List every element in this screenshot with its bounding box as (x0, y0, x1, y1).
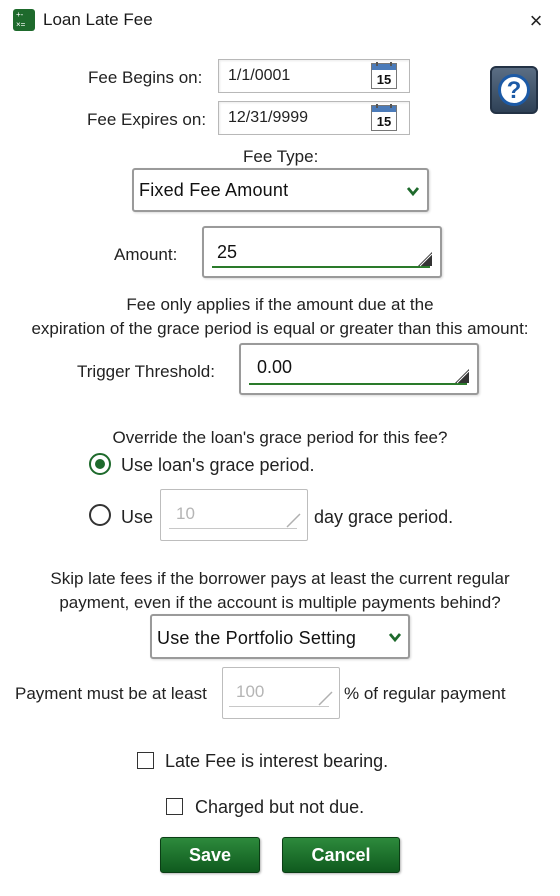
payment-min-suffix: % of regular payment (344, 684, 506, 703)
trigger-threshold-label: Trigger Threshold: (77, 362, 215, 381)
use-loan-grace-radio[interactable] (89, 453, 111, 475)
skip-note-line1: Skip late fees if the borrower pays at l… (50, 569, 510, 588)
payment-percent-input[interactable]: 100 (222, 667, 340, 719)
payment-min-label: Payment must be at least (15, 684, 207, 703)
amount-value: 25 (217, 242, 238, 262)
chevron-down-icon (406, 187, 420, 197)
fee-expires-field[interactable]: 12/31/9999 15 (218, 101, 410, 135)
skip-note-line2: payment, even if the account is multiple… (59, 593, 501, 612)
use-custom-grace-label: Use (121, 507, 154, 527)
fee-type-label: Fee Type: (243, 147, 319, 166)
calendar-icon[interactable]: 15 (371, 62, 397, 89)
calculator-app-icon: +- ×= (13, 9, 35, 31)
close-icon[interactable]: × (522, 7, 550, 35)
question-mark-icon: ? (498, 74, 530, 106)
interest-bearing-checkbox[interactable] (137, 752, 154, 769)
grace-question: Override the loan's grace period for thi… (112, 428, 448, 447)
title-bar: +- ×= Loan Late Fee × (0, 0, 560, 42)
resize-corner-icon (455, 369, 470, 384)
grace-days-value: 10 (176, 504, 195, 523)
resize-corner-icon (418, 252, 433, 267)
fee-begins-value: 1/1/0001 (228, 67, 291, 84)
threshold-note-line2: expiration of the grace period is equal … (31, 319, 529, 338)
window-title: Loan Late Fee (43, 10, 153, 29)
fee-begins-label: Fee Begins on: (88, 68, 203, 87)
resize-corner-icon (318, 691, 333, 706)
calendar-icon[interactable]: 15 (371, 104, 397, 131)
threshold-note-line1: Fee only applies if the amount due at th… (126, 295, 434, 314)
interest-bearing-label: Late Fee is interest bearing. (165, 751, 389, 771)
use-loan-grace-label: Use loan's grace period. (121, 455, 315, 475)
trigger-threshold-input[interactable]: 0.00 (239, 343, 479, 395)
skip-setting-select[interactable]: Use the Portfolio Setting (150, 614, 410, 659)
save-button[interactable]: Save (160, 837, 260, 873)
charged-not-due-label: Charged but not due. (195, 797, 365, 817)
trigger-threshold-value: 0.00 (257, 357, 293, 377)
use-custom-grace-radio[interactable] (89, 504, 111, 526)
fee-expires-label: Fee Expires on: (87, 110, 207, 129)
payment-percent-value: 100 (236, 682, 265, 701)
resize-corner-icon (286, 513, 301, 528)
grace-days-suffix: day grace period. (314, 507, 454, 527)
charged-not-due-checkbox[interactable] (166, 798, 183, 815)
fee-type-value: Fixed Fee Amount (139, 180, 289, 200)
fee-expires-value: 12/31/9999 (228, 109, 309, 126)
fee-begins-field[interactable]: 1/1/0001 15 (218, 59, 410, 93)
amount-input[interactable]: 25 (202, 226, 442, 278)
cancel-button[interactable]: Cancel (282, 837, 400, 873)
help-button[interactable]: ? (490, 66, 538, 114)
chevron-down-icon (388, 633, 402, 643)
fee-type-select[interactable]: Fixed Fee Amount (132, 168, 429, 212)
grace-days-input[interactable]: 10 (160, 489, 308, 541)
amount-label: Amount: (114, 245, 178, 264)
skip-setting-value: Use the Portfolio Setting (157, 628, 357, 648)
